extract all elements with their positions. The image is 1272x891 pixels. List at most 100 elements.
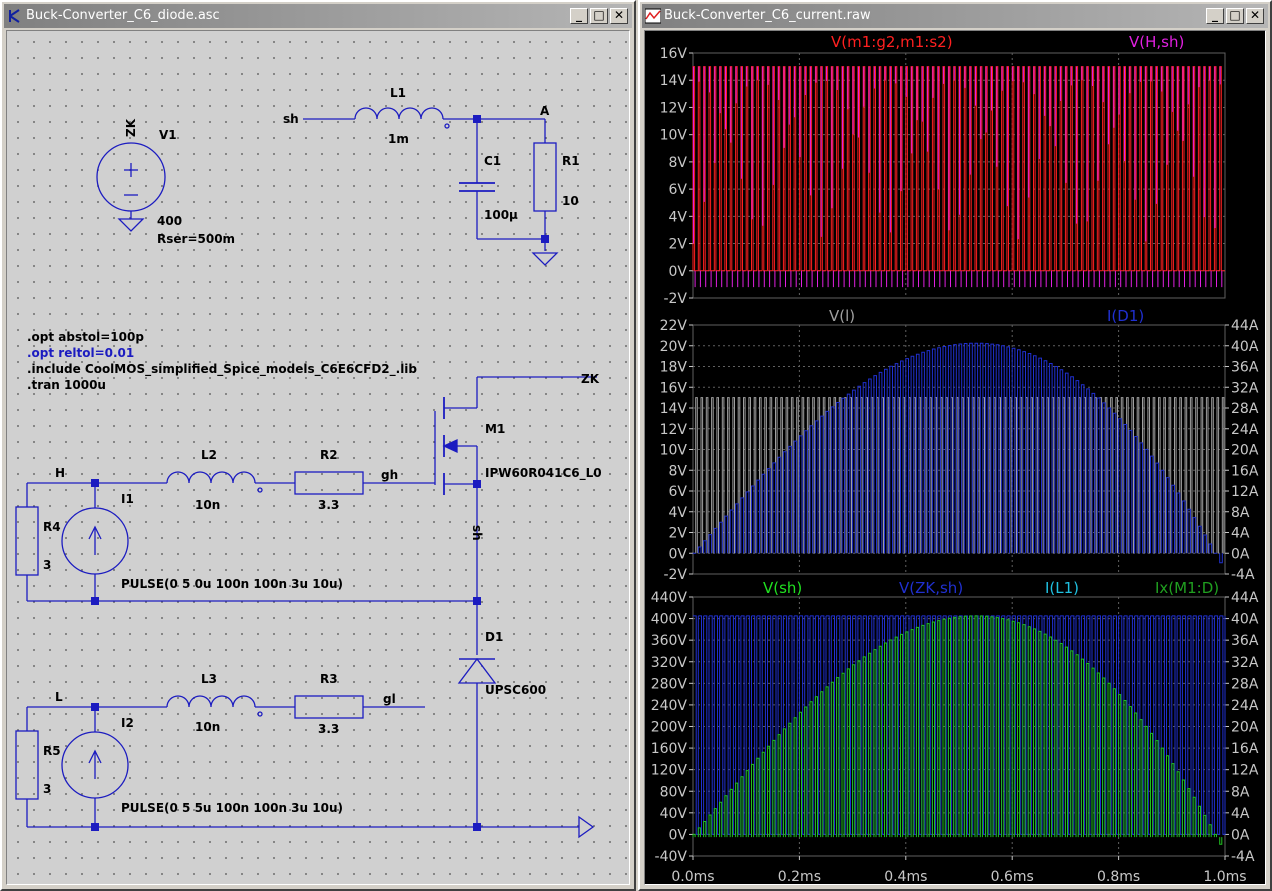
y2-axis-tick-label: 8A (1231, 505, 1250, 521)
y-axis-tick-label: 0V (669, 827, 688, 843)
v1-value: 400 (157, 214, 182, 228)
trace-label[interactable]: V(l) (829, 307, 855, 325)
close-button[interactable]: ✕ (1246, 8, 1264, 24)
y-axis-tick-label: -40V (655, 849, 688, 865)
schematic-window-title: Buck-Converter_C6_diode.asc (26, 8, 220, 23)
l1-inductor[interactable] (354, 107, 444, 120)
x-axis-tick-label: 0.8ms (1097, 869, 1140, 885)
c1-capacitor[interactable] (459, 182, 495, 192)
d1-diode[interactable] (457, 657, 497, 684)
trace-label[interactable]: I(L1) (1045, 579, 1079, 597)
y2-axis-tick-label: 44A (1231, 590, 1259, 606)
c1-name: C1 (484, 154, 501, 168)
r4-resistor[interactable] (15, 506, 39, 576)
l1-name: L1 (390, 86, 406, 100)
r2-name: R2 (320, 448, 338, 462)
y2-axis-tick-label: 44A (1231, 318, 1259, 334)
y-axis-tick-label: 4V (669, 209, 688, 225)
y-axis-tick-label: 12V (660, 100, 688, 116)
trace-label[interactable]: I(D1) (1107, 307, 1144, 325)
y2-axis-tick-label: 32A (1231, 655, 1259, 671)
i2-value: PULSE(0 5 5u 100n 100n 3u 10u) (121, 801, 343, 815)
y2-axis-tick-label: 4A (1231, 806, 1250, 822)
y-axis-tick-label: 8V (669, 155, 688, 171)
l2-inductor[interactable] (166, 471, 256, 484)
m1-mosfet[interactable] (434, 397, 478, 495)
waveform-plot-area[interactable]: 16V 14V 12V 10V 8V 6V 4V 2V 0V -2V V(m1:g2,m1:s2) V… (644, 30, 1266, 885)
y2-axis-tick-label: 12A (1231, 484, 1259, 500)
x-axis: 0.0ms 0.2ms 0.4ms 0.6ms 0.8ms 1.0ms (671, 856, 1247, 885)
trace-label[interactable]: V(m1:g2,m1:s2) (831, 33, 953, 51)
close-button[interactable]: ✕ (610, 8, 628, 24)
trace-label[interactable]: V(H,sh) (1129, 33, 1184, 51)
l2-name: L2 (201, 448, 217, 462)
waveform-app-icon (645, 8, 661, 24)
r1-resistor[interactable] (533, 142, 557, 212)
trace-label[interactable]: V(sh) (763, 579, 802, 597)
trace-vl (695, 397, 1225, 554)
spice-directive[interactable]: .tran 1000u (27, 378, 106, 392)
net-label-l: L (55, 690, 63, 704)
y2-axis-tick-label: 20A (1231, 443, 1259, 459)
spice-directive[interactable]: .include CoolMOS_simplified_Spice_models… (27, 362, 417, 377)
minimize-button[interactable]: _ (570, 8, 588, 24)
i1-current-source[interactable] (61, 507, 129, 575)
y-axis-tick-label: 320V (651, 655, 688, 671)
l1-value: 1m (388, 132, 409, 146)
y2-axis-tick-label: 12A (1231, 763, 1259, 779)
spice-directive[interactable]: .opt abstol=100p (27, 330, 144, 344)
x-axis-tick-label: 0.0ms (671, 869, 714, 885)
maximize-button[interactable]: □ (1226, 8, 1244, 24)
y-axis-tick-label: 22V (660, 318, 688, 334)
net-label-h: H (55, 466, 65, 480)
i2-current-source[interactable] (61, 731, 129, 799)
m1-name: M1 (485, 422, 505, 436)
x-axis-tick-label: 1.0ms (1203, 869, 1246, 885)
waveform-window[interactable]: Buck-Converter_C6_current.raw _ □ ✕ 16V 1… (638, 0, 1272, 891)
trace-label[interactable]: Ix(M1:D) (1155, 579, 1219, 597)
x-axis-tick-label: 0.6ms (991, 869, 1034, 885)
minimize-button[interactable]: _ (1206, 8, 1224, 24)
v1-voltage-source[interactable] (96, 142, 166, 232)
schematic-titlebar[interactable]: Buck-Converter_C6_diode.asc _ □ ✕ (4, 4, 632, 28)
y-axis-tick-label: 18V (660, 360, 688, 376)
l3-inductor[interactable] (166, 695, 256, 708)
y2-axis-tick-label: 8A (1231, 784, 1250, 800)
i2-name: I2 (121, 716, 134, 730)
y-axis-tick-label: 2V (669, 526, 688, 542)
y2-axis-tick-label: 0A (1231, 827, 1250, 843)
r2-value: 3.3 (318, 498, 339, 512)
l2-value: 10n (195, 498, 220, 512)
y2-axis-tick-label: 16A (1231, 463, 1259, 479)
y-axis-tick-label: -2V (663, 567, 687, 583)
y-axis-tick-label: 20V (660, 339, 688, 355)
y-axis-tick-label: 240V (651, 698, 688, 714)
net-label-gh: gh (381, 468, 398, 482)
y-axis-tick-label: 8V (669, 463, 688, 479)
y2-axis-tick-label: -4A (1231, 567, 1255, 583)
schematic-canvas[interactable]: ZK V1 400 Rser=500m sh L1 1m A C1 100µ R… (6, 30, 630, 885)
y-axis-tick-label: 0V (669, 264, 688, 280)
net-label-zk: ZK (581, 372, 600, 386)
r5-resistor[interactable] (15, 730, 39, 800)
net-label-a: A (540, 104, 550, 118)
y-axis-tick-label: 2V (669, 237, 688, 253)
r2-resistor[interactable] (294, 471, 364, 495)
y-axis-tick-label: 10V (660, 443, 688, 459)
y-axis-tick-label: 16V (660, 380, 688, 396)
r4-name: R4 (43, 520, 61, 534)
v1-rser: Rser=500m (157, 232, 235, 246)
spice-directive[interactable]: .opt reltol=0.01 (27, 346, 134, 360)
waveform-titlebar[interactable]: Buck-Converter_C6_current.raw _ □ ✕ (642, 4, 1268, 28)
r3-resistor[interactable] (294, 695, 364, 719)
trace-label[interactable]: V(ZK,sh) (899, 579, 963, 597)
waveform-window-title: Buck-Converter_C6_current.raw (664, 8, 871, 23)
r5-name: R5 (43, 744, 61, 758)
y-axis-tick-label: 80V (660, 784, 688, 800)
y-axis-tick-label: 6V (669, 484, 688, 500)
i1-value: PULSE(0 5 0u 100n 100n 3u 10u) (121, 577, 343, 591)
maximize-button[interactable]: □ (590, 8, 608, 24)
y2-axis-tick-label: 40A (1231, 339, 1259, 355)
plot-pane[interactable]: 440V 400V 360V 320V 280V 240V 200V 160V 120V 80V 4… (651, 579, 1259, 865)
schematic-window[interactable]: Buck-Converter_C6_diode.asc _ □ ✕ ZK V1 … (0, 0, 636, 891)
